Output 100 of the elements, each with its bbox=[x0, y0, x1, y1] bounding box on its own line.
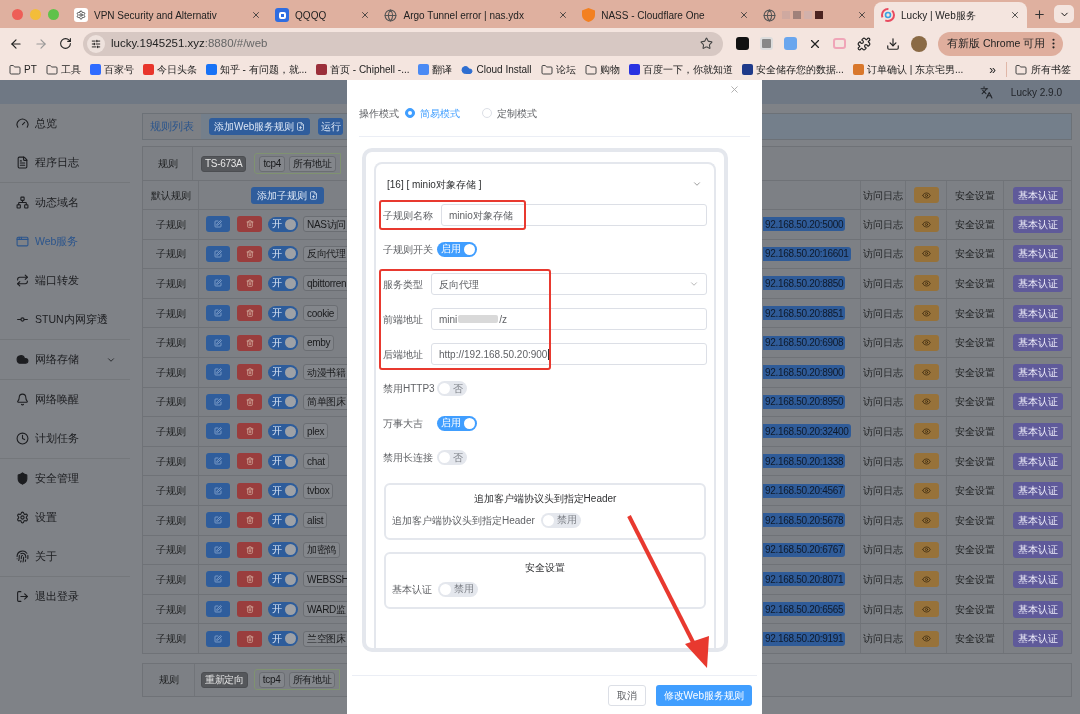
basic-auth-button[interactable]: 基本认证 bbox=[1013, 570, 1063, 588]
toggle-switch[interactable]: 开 bbox=[268, 276, 298, 291]
edit-button[interactable] bbox=[206, 245, 230, 262]
edit-button[interactable] bbox=[206, 423, 230, 440]
browser-tab[interactable]: Lucky | Web服务 bbox=[874, 2, 1027, 28]
view-log-button[interactable] bbox=[913, 453, 939, 470]
toggle-switch[interactable]: 开 bbox=[268, 571, 298, 587]
address-input[interactable]: mini /z bbox=[431, 308, 707, 330]
sidebar-item[interactable]: 设置 bbox=[0, 498, 130, 537]
add-web-rule-button[interactable]: 添加Web服务规则 bbox=[209, 118, 311, 135]
run-button[interactable]: 运行 bbox=[318, 118, 344, 135]
view-log-button[interactable] bbox=[913, 541, 939, 558]
bookmark-item[interactable]: 今日头条 bbox=[142, 62, 197, 77]
download-icon[interactable] bbox=[886, 36, 900, 51]
close-tab-icon[interactable] bbox=[857, 10, 868, 20]
delete-button[interactable] bbox=[237, 630, 262, 647]
profile-avatar[interactable] bbox=[911, 35, 927, 52]
sidebar-item[interactable]: 端口转发 bbox=[0, 261, 130, 300]
bookmark-item[interactable]: Cloud Install bbox=[461, 62, 532, 77]
delete-button[interactable] bbox=[237, 393, 262, 410]
close-tab-icon[interactable] bbox=[360, 10, 371, 20]
bookmark-item[interactable]: 翻译 bbox=[418, 62, 453, 77]
close-tab-icon[interactable] bbox=[558, 10, 569, 20]
toggle-switch[interactable]: 否 bbox=[437, 450, 467, 466]
basic-auth-button[interactable]: 基本认证 bbox=[1013, 215, 1063, 233]
delete-button[interactable] bbox=[237, 216, 262, 233]
toggle-switch[interactable]: 否 bbox=[437, 381, 467, 397]
toggle-switch[interactable]: 开 bbox=[268, 394, 298, 410]
toggle-switch[interactable]: 开 bbox=[268, 364, 298, 380]
browser-tab[interactable]: NASS - Cloudflare One bbox=[575, 2, 756, 28]
view-log-button[interactable] bbox=[913, 630, 939, 647]
edit-button[interactable] bbox=[206, 512, 230, 529]
all-bookmarks-item[interactable]: 所有书签 bbox=[1006, 62, 1071, 77]
update-chrome-button[interactable]: 有新版 Chrome 可用 bbox=[938, 31, 1064, 56]
delete-button[interactable] bbox=[237, 334, 262, 351]
edit-button[interactable] bbox=[206, 482, 230, 499]
edit-button[interactable] bbox=[206, 571, 230, 588]
bookmark-item[interactable]: 百度一下，你就知道 bbox=[628, 62, 733, 77]
bookmark-item[interactable]: PT bbox=[9, 62, 37, 77]
delete-button[interactable] bbox=[237, 453, 262, 470]
forward-icon[interactable] bbox=[34, 36, 48, 51]
basic-auth-button[interactable]: 基本认证 bbox=[1013, 422, 1063, 440]
basic-auth-button[interactable]: 基本认证 bbox=[1013, 600, 1063, 618]
toggle-switch[interactable]: 禁用 bbox=[438, 581, 478, 597]
basic-auth-button[interactable]: 基本认证 bbox=[1013, 363, 1063, 381]
tab-list-button[interactable] bbox=[1054, 5, 1074, 23]
bookmark-item[interactable]: 首页 - Chiphell -... bbox=[316, 62, 410, 77]
bookmark-item[interactable]: 安全储存您的数据... bbox=[741, 62, 844, 77]
delete-button[interactable] bbox=[237, 601, 262, 617]
delete-button[interactable] bbox=[237, 512, 262, 529]
bookmark-item[interactable]: 百家号 bbox=[89, 62, 134, 77]
browser-tab[interactable]: QQQQ bbox=[268, 2, 378, 28]
basic-auth-button[interactable]: 基本认证 bbox=[1013, 482, 1063, 500]
sidebar-item[interactable]: 退出登录 bbox=[0, 577, 130, 616]
name-input[interactable]: minio对象存储 bbox=[441, 204, 707, 226]
service-type-select[interactable]: 反向代理 bbox=[431, 273, 707, 295]
toggle-switch[interactable]: 开 bbox=[268, 423, 298, 439]
delete-button[interactable] bbox=[237, 482, 262, 499]
mode-radio[interactable]: 简易模式 bbox=[405, 105, 460, 121]
edit-button[interactable] bbox=[206, 216, 230, 233]
extension-icon[interactable] bbox=[736, 37, 749, 50]
basic-auth-button[interactable]: 基本认证 bbox=[1013, 245, 1063, 263]
view-log-button[interactable] bbox=[913, 275, 939, 292]
sidebar-item[interactable]: 网络唤醒 bbox=[0, 380, 130, 419]
delete-button[interactable] bbox=[237, 571, 262, 588]
bookmark-item[interactable]: 购物 bbox=[584, 62, 620, 77]
delete-button[interactable] bbox=[237, 245, 262, 262]
close-icon[interactable] bbox=[729, 84, 740, 95]
browser-tab[interactable]: VPN Security and Alternativ bbox=[67, 2, 269, 28]
delete-button[interactable] bbox=[237, 275, 262, 292]
delete-button[interactable] bbox=[237, 541, 262, 558]
view-log-button[interactable] bbox=[913, 305, 939, 322]
bookmark-item[interactable]: 订单确认 | 东京宅男... bbox=[852, 62, 964, 77]
sidebar-item[interactable]: 程序日志 bbox=[0, 143, 130, 182]
basic-auth-button[interactable]: 基本认证 bbox=[1013, 334, 1063, 352]
sidebar-item[interactable]: STUN内网穿透 bbox=[0, 300, 130, 339]
basic-auth-button[interactable]: 基本认证 bbox=[1013, 452, 1063, 470]
view-log-button[interactable] bbox=[913, 601, 939, 617]
toggle-switch[interactable]: 开 bbox=[268, 512, 298, 528]
add-subrule-button[interactable]: 添加子规则 bbox=[251, 186, 324, 204]
view-log-button[interactable] bbox=[913, 571, 939, 588]
toggle-switch[interactable]: 开 bbox=[268, 631, 298, 647]
edit-button[interactable] bbox=[206, 453, 230, 470]
sidebar-item[interactable]: 动态域名 bbox=[0, 183, 130, 222]
site-settings-icon[interactable] bbox=[87, 34, 105, 53]
language-icon[interactable] bbox=[979, 85, 993, 99]
toggle-switch[interactable]: 开 bbox=[268, 542, 298, 558]
basic-auth-button[interactable]: 基本认证 bbox=[1013, 630, 1063, 648]
bookmark-star-icon[interactable] bbox=[700, 37, 713, 50]
edit-button[interactable] bbox=[206, 541, 230, 558]
toggle-switch[interactable]: 开 bbox=[268, 483, 298, 499]
sidebar-item[interactable]: 计划任务 bbox=[0, 419, 130, 458]
edit-button[interactable] bbox=[206, 601, 230, 617]
chevron-down-icon[interactable] bbox=[692, 179, 702, 189]
view-log-button[interactable] bbox=[913, 423, 939, 440]
edit-button[interactable] bbox=[206, 334, 230, 351]
bookmark-item[interactable]: 论坛 bbox=[540, 62, 576, 77]
view-log-button[interactable] bbox=[913, 187, 939, 203]
basic-auth-button[interactable]: 基本认证 bbox=[1013, 275, 1063, 292]
toggle-switch[interactable]: 开 bbox=[268, 453, 298, 469]
